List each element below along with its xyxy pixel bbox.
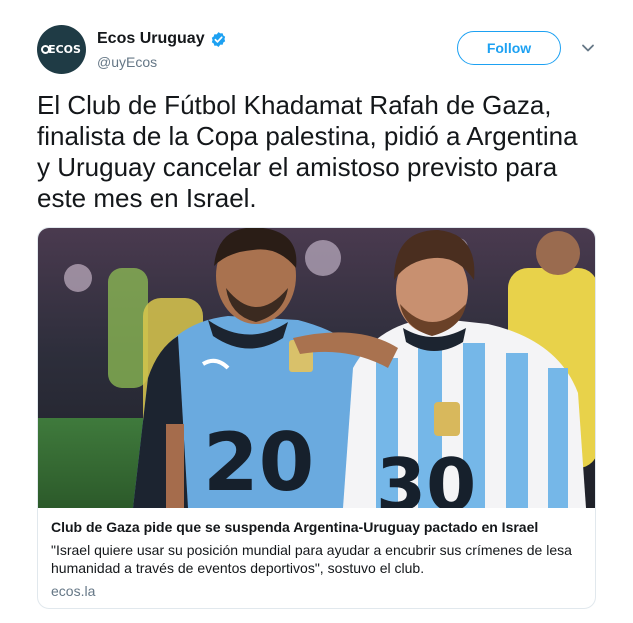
card-title: Club de Gaza pide que se suspenda Argent… [51,519,539,535]
chevron-down-icon[interactable] [580,40,596,56]
author-name-row: Ecos Uruguay [97,30,227,48]
display-name[interactable]: Ecos Uruguay [97,30,205,48]
link-card[interactable]: 20 30 Club de Gaza pide que se suspenda … [37,227,596,609]
avatar-logo-mark [41,45,50,54]
svg-text:30: 30 [376,443,476,508]
tweet: ECOS Ecos Uruguay @uyEcos Follow El Club… [0,0,633,623]
verified-badge-icon [210,31,227,48]
tweet-text: El Club de Fútbol Khadamat Rafah de Gaza… [37,90,578,213]
svg-text:20: 20 [203,416,314,508]
user-handle[interactable]: @uyEcos [97,54,157,70]
card-domain: ecos.la [51,583,96,599]
follow-button[interactable]: Follow [457,31,561,65]
avatar[interactable]: ECOS [37,25,86,74]
card-image: 20 30 [38,228,595,508]
avatar-logo-text: ECOS [48,43,81,56]
card-body: Club de Gaza pide que se suspenda Argent… [51,518,585,600]
card-description: "Israel quiere usar su posición mundial … [51,542,572,576]
